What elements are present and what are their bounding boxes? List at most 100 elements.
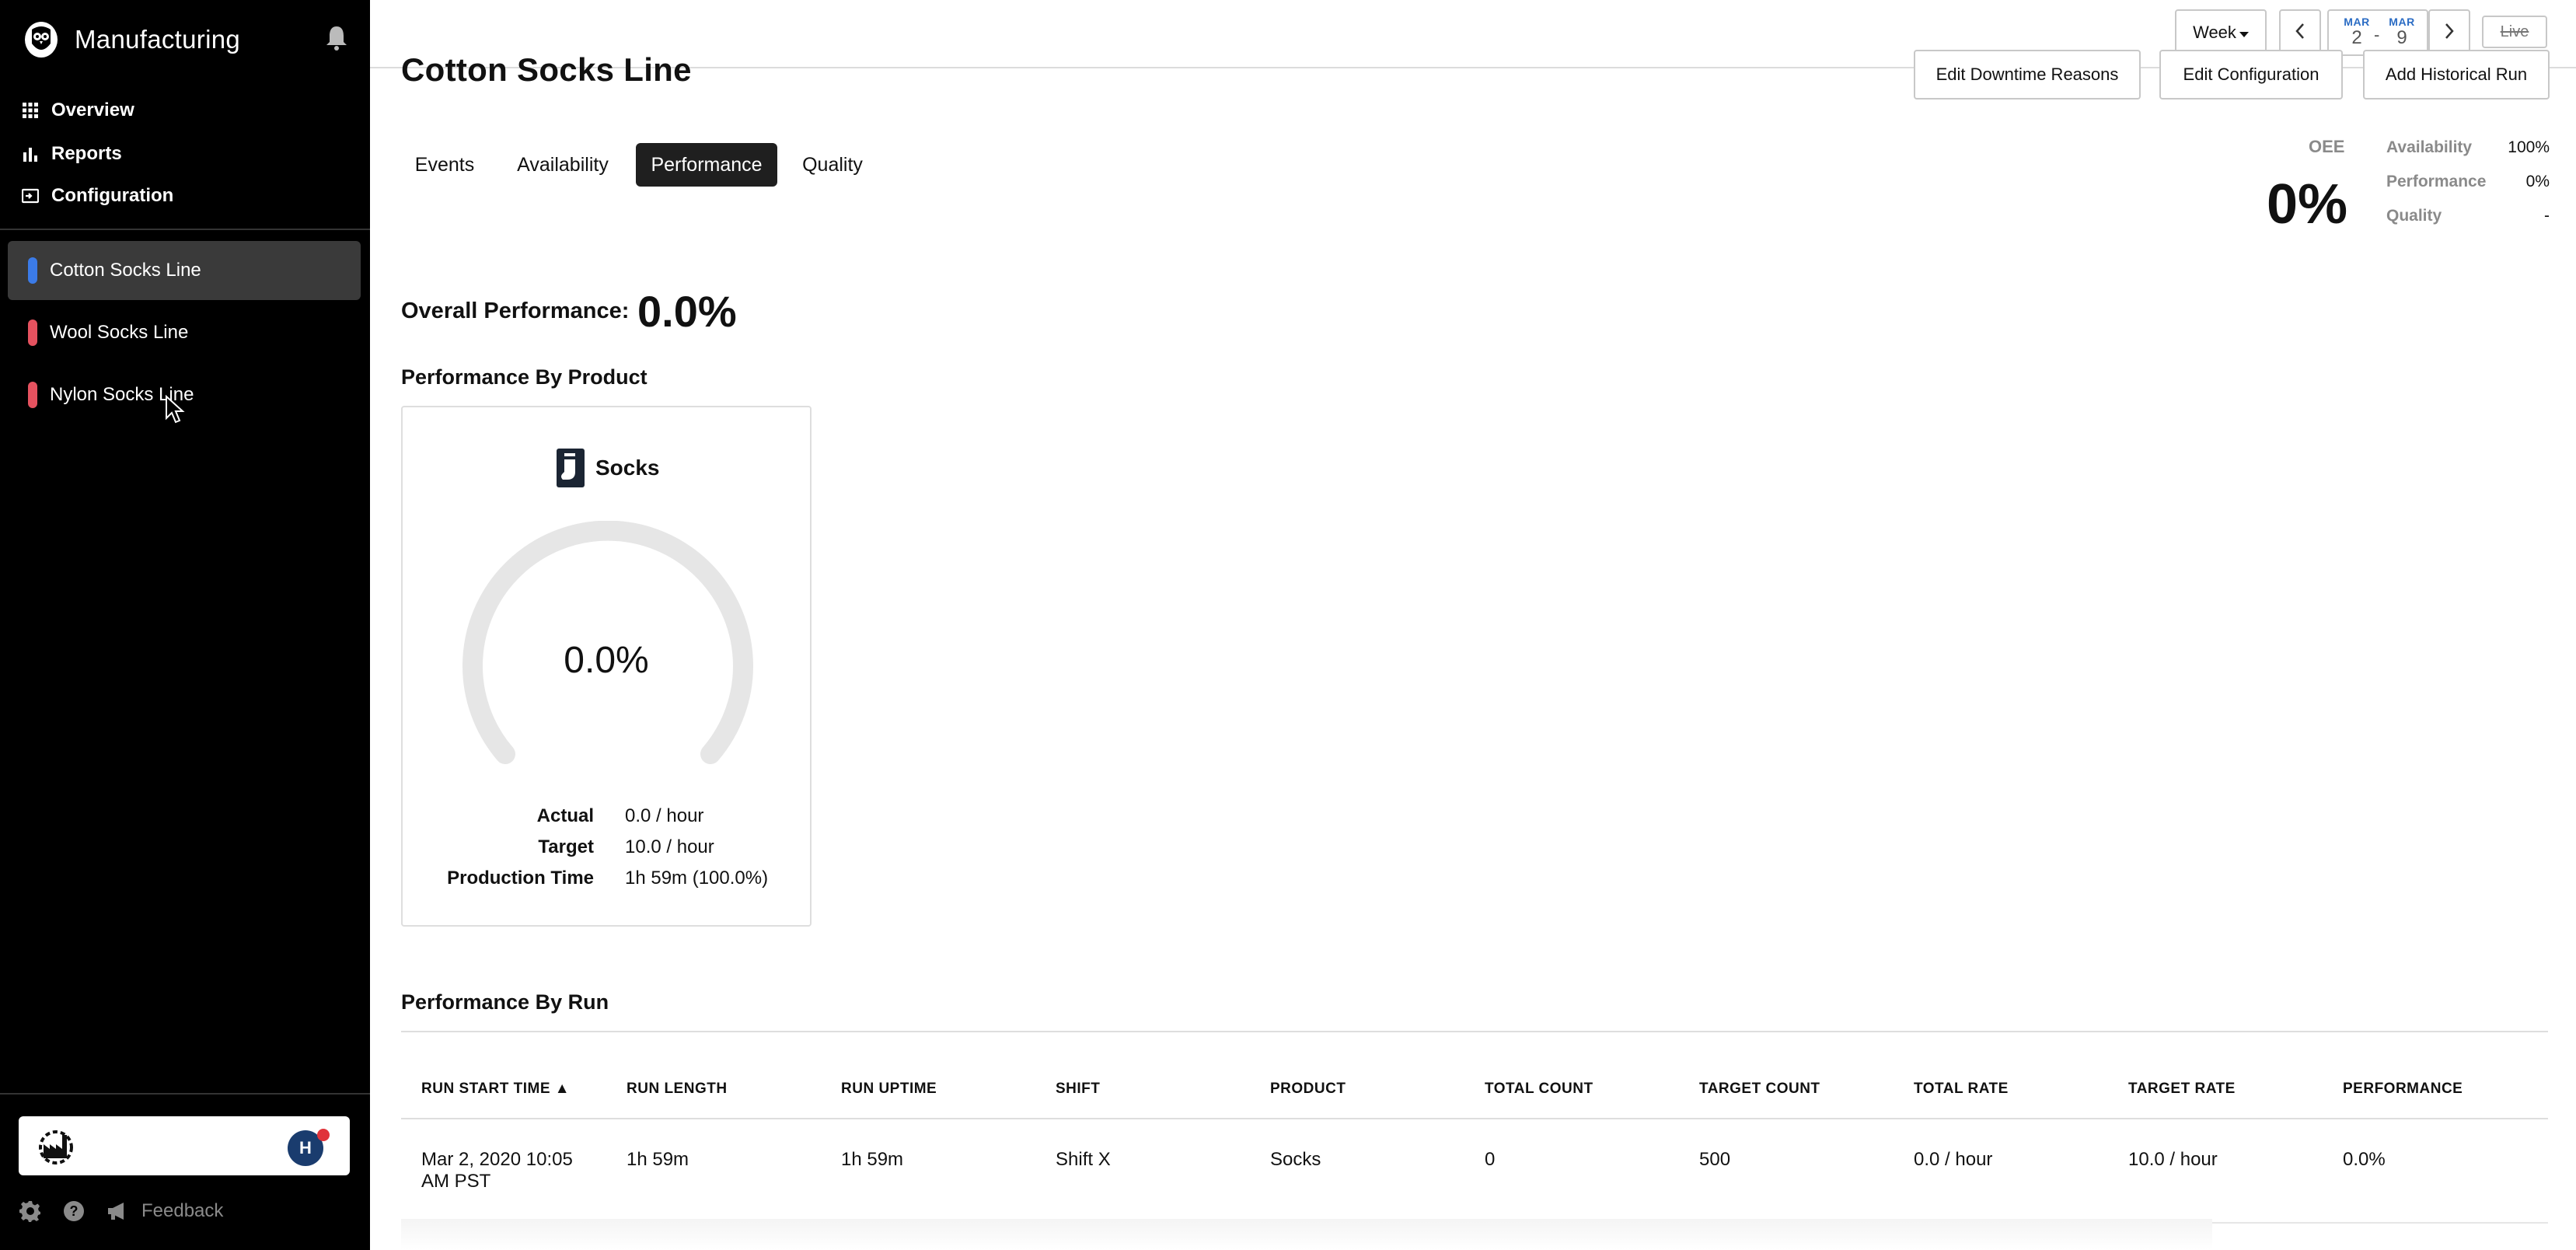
stat-value: 0.0 / hour (625, 805, 704, 826)
live-button[interactable]: Live (2482, 16, 2547, 48)
product-header: Socks (555, 446, 660, 490)
col-target-count[interactable]: TARGET COUNT (1699, 1081, 1820, 1098)
tab-availability[interactable]: Availability (504, 143, 622, 187)
cell-total-rate: 0.0 / hour (1914, 1149, 1993, 1170)
stat-label: Production Time (447, 868, 594, 889)
help-icon[interactable]: ? (62, 1199, 86, 1223)
stat-label: Target (538, 836, 594, 857)
product-name: Socks (595, 456, 660, 480)
col-run-start-time[interactable]: RUN START TIME ▲ (421, 1081, 570, 1098)
cell-line: AM PST (421, 1171, 491, 1192)
col-shift[interactable]: SHIFT (1056, 1081, 1100, 1098)
mouse-cursor-icon (165, 394, 185, 424)
date-separator: - (2374, 25, 2380, 44)
nav-overview[interactable]: Overview (22, 95, 134, 126)
line-item-wool[interactable]: Wool Socks Line (8, 303, 361, 362)
sidebar-divider (0, 229, 370, 230)
prev-period-button[interactable] (2279, 9, 2321, 56)
col-total-count[interactable]: TOTAL COUNT (1485, 1081, 1593, 1098)
stat-production-time: Production Time 1h 59m (100.0%) (403, 868, 810, 892)
oee-value: 0% (2267, 173, 2348, 236)
cell-total-count: 0 (1485, 1149, 1496, 1170)
oee-row-value: - (2544, 207, 2550, 225)
line-status-indicator (28, 257, 37, 284)
gauge-value: 0.0% (564, 640, 649, 681)
cell-run-start-time: Mar 2, 2020 10:05 AM PST (421, 1149, 573, 1192)
performance-by-run-title: Performance By Run (401, 990, 609, 1014)
feedback-link[interactable]: Feedback (141, 1200, 223, 1222)
period-label: Week (2193, 23, 2236, 42)
line-status-indicator (28, 382, 37, 408)
oee-performance: Performance 0% (2386, 173, 2550, 191)
factory-icon (36, 1127, 76, 1164)
edit-downtime-reasons-button[interactable]: Edit Downtime Reasons (1914, 50, 2141, 100)
table-header-divider (401, 1118, 2548, 1119)
caret-down-icon (2239, 23, 2249, 43)
oee-availability: Availability 100% (2386, 138, 2550, 157)
sock-icon (555, 447, 586, 489)
tab-events[interactable]: Events (404, 143, 485, 187)
overall-performance-label: Overall Performance: (401, 299, 630, 323)
tab-performance[interactable]: Performance (636, 143, 777, 187)
oee-row-label: Quality (2386, 207, 2442, 225)
megaphone-icon (106, 1199, 129, 1223)
grid-icon (22, 102, 39, 119)
nav-label: Overview (51, 100, 134, 120)
svg-text:?: ? (70, 1203, 79, 1219)
performance-by-product-title: Performance By Product (401, 365, 647, 389)
page-title: Cotton Socks Line (401, 51, 692, 88)
overall-performance-value: 0.0% (637, 287, 737, 336)
sidebar: Manufacturing Overview Reports Configura… (0, 0, 370, 1250)
start-month: MAR (2344, 16, 2370, 28)
stat-value: 1h 59m (100.0%) (625, 868, 769, 889)
gear-icon[interactable] (19, 1199, 42, 1223)
oee-row-label: Performance (2386, 173, 2487, 190)
end-day: 9 (2396, 27, 2407, 48)
user-account-box[interactable]: H (19, 1116, 350, 1175)
oee-quality: Quality - (2386, 207, 2550, 225)
cell-target-rate: 10.0 / hour (2128, 1149, 2218, 1170)
section-divider (401, 1031, 2548, 1032)
notification-dot (317, 1129, 330, 1141)
stat-value: 10.0 / hour (625, 836, 714, 857)
oee-label: OEE (2309, 137, 2345, 156)
cell-shift: Shift X (1056, 1149, 1111, 1170)
nav-reports[interactable]: Reports (22, 138, 122, 169)
cell-target-count: 500 (1699, 1149, 1731, 1170)
col-total-rate[interactable]: TOTAL RATE (1914, 1081, 2009, 1098)
next-period-button[interactable] (2428, 9, 2470, 56)
chevron-right-icon (2444, 23, 2455, 44)
tab-quality[interactable]: Quality (791, 143, 874, 187)
line-label: Wool Socks Line (50, 322, 189, 343)
sidebar-divider (0, 1093, 370, 1095)
sidebar-footer: ? Feedback (19, 1196, 223, 1227)
col-target-rate[interactable]: TARGET RATE (2128, 1081, 2236, 1098)
chevron-left-icon (2295, 23, 2305, 44)
period-select[interactable]: Week (2175, 9, 2267, 56)
cell-performance: 0.0% (2343, 1149, 2386, 1170)
line-status-indicator (28, 319, 37, 346)
config-icon (22, 187, 39, 204)
end-month: MAR (2389, 16, 2415, 28)
start-date: MAR 2 (2340, 16, 2374, 48)
col-product[interactable]: PRODUCT (1270, 1081, 1346, 1098)
col-run-length[interactable]: RUN LENGTH (627, 1081, 728, 1098)
edit-configuration-button[interactable]: Edit Configuration (2159, 50, 2343, 100)
scroll-shadow (401, 1219, 2212, 1250)
product-card: Socks 0.0% Actual 0.0 / hour Target 10.0… (401, 406, 812, 927)
oee-row-value: 0% (2525, 173, 2550, 190)
date-range[interactable]: MAR 2 - MAR 9 (2327, 9, 2428, 56)
line-item-cotton[interactable]: Cotton Socks Line (8, 241, 361, 300)
owl-logo-icon (25, 22, 58, 58)
nav-configuration[interactable]: Configuration (22, 180, 173, 211)
bar-chart-icon (22, 145, 39, 162)
app-title: Manufacturing (75, 25, 241, 54)
cell-run-uptime: 1h 59m (841, 1149, 904, 1170)
nav-label: Reports (51, 143, 122, 164)
col-performance[interactable]: PERFORMANCE (2343, 1081, 2463, 1098)
bell-icon[interactable] (323, 23, 350, 51)
brand[interactable]: Manufacturing (25, 20, 240, 59)
add-historical-run-button[interactable]: Add Historical Run (2363, 50, 2550, 100)
col-run-uptime[interactable]: RUN UPTIME (841, 1081, 937, 1098)
nav-label: Configuration (51, 185, 174, 206)
